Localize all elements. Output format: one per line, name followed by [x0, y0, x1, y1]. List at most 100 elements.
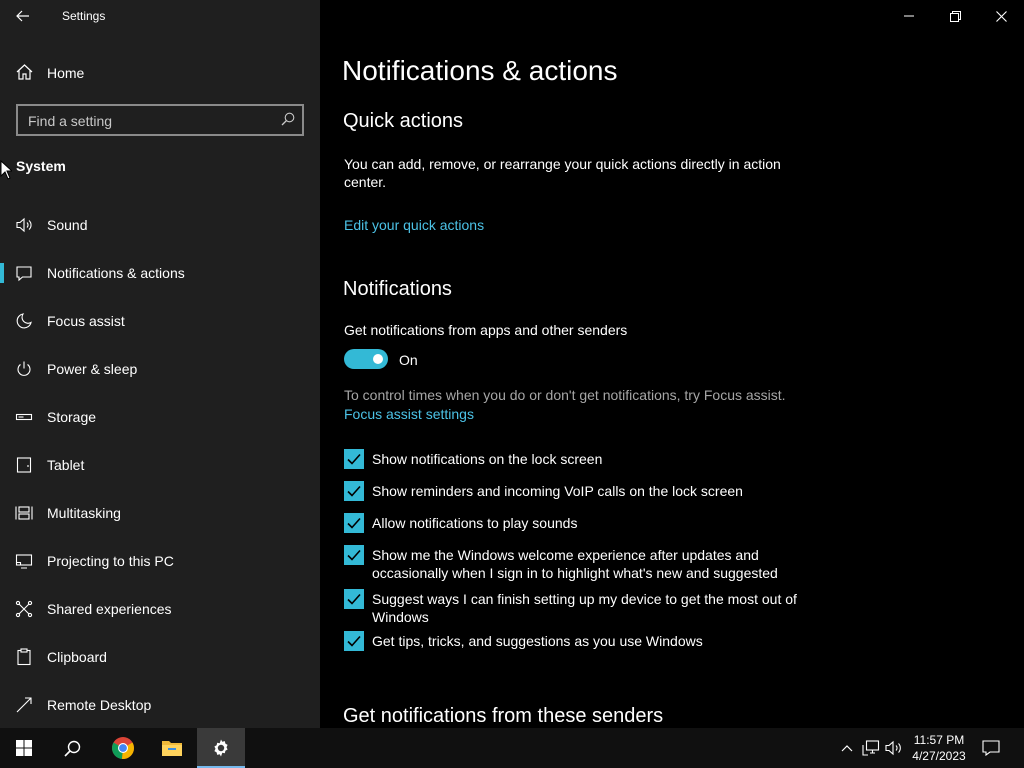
checkbox-reminders-voip[interactable] [344, 481, 364, 501]
search-icon[interactable] [281, 112, 295, 126]
checkmark-icon [347, 635, 361, 647]
sidebar-item-notifications-actions[interactable]: Notifications & actions [0, 253, 320, 293]
speech-bubble-icon [16, 266, 32, 282]
title-bar: Settings [0, 0, 320, 32]
navigation-pane: Settings Home System Sound Notifications… [0, 0, 320, 728]
taskbar: 11:57 PM 4/27/2023 [0, 728, 1024, 768]
taskbar-clock[interactable]: 11:57 PM 4/27/2023 [905, 732, 973, 764]
speaker-icon [16, 217, 32, 233]
file-explorer-icon [162, 741, 182, 756]
home-label: Home [47, 65, 85, 81]
checkbox-finish-setup[interactable] [344, 589, 364, 609]
chrome-taskbar-button[interactable] [99, 728, 147, 768]
quick-actions-heading: Quick actions [343, 110, 464, 132]
projecting-icon [15, 554, 33, 569]
page-title: Notifications & actions [342, 55, 618, 86]
notifications-heading: Notifications [343, 278, 452, 300]
section-title-system: System [16, 158, 66, 174]
sidebar-item-label: Multitasking [47, 505, 121, 521]
minimize-icon [904, 15, 914, 17]
clock-time: 11:57 PM [913, 733, 965, 747]
sidebar-item-label: Storage [47, 409, 97, 425]
shared-experiences-icon [15, 600, 33, 618]
show-hidden-icons-button[interactable] [838, 739, 856, 757]
back-arrow-icon [16, 10, 29, 22]
chrome-icon [111, 737, 135, 760]
restore-icon [949, 10, 961, 22]
focus-assist-settings-link[interactable]: Focus assist settings [344, 406, 474, 422]
network-icon [862, 740, 880, 756]
sidebar-item-projecting[interactable]: Projecting to this PC [0, 541, 320, 581]
volume-icon [885, 740, 901, 756]
search-input[interactable] [28, 112, 278, 130]
checkbox-tips-tricks[interactable] [344, 631, 364, 651]
checkmark-icon [347, 593, 361, 605]
windows-start-icon [16, 740, 32, 756]
sidebar-item-label: Shared experiences [47, 601, 172, 617]
volume-tray-button[interactable] [885, 739, 903, 757]
clipboard-icon [17, 648, 31, 666]
content-pane: Notifications & actions Quick actions Yo… [320, 0, 1024, 728]
notifications-toggle-label: Get notifications from apps and other se… [344, 322, 628, 338]
search-icon [63, 740, 80, 757]
settings-gear-icon [214, 739, 228, 757]
toggle-state-label: On [399, 352, 418, 368]
checkbox-label: Suggest ways I can finish setting up my … [372, 591, 797, 625]
sidebar-item-sound[interactable]: Sound [0, 205, 320, 245]
search-box[interactable] [16, 104, 304, 136]
sidebar-item-label: Notifications & actions [47, 265, 185, 281]
remote-desktop-icon [16, 697, 32, 713]
sidebar-item-label: Power & sleep [47, 361, 138, 377]
start-button[interactable] [0, 728, 48, 768]
checkmark-icon [347, 485, 361, 497]
quick-actions-description: You can add, remove, or rearrange your q… [344, 156, 781, 190]
checkbox-label: Allow notifications to play sounds [372, 515, 578, 531]
file-explorer-taskbar-button[interactable] [148, 728, 196, 768]
tablet-icon [16, 457, 32, 473]
network-tray-button[interactable] [862, 739, 880, 757]
sidebar-item-shared-experiences[interactable]: Shared experiences [0, 589, 320, 629]
checkbox-label: Show notifications on the lock screen [372, 451, 603, 467]
sidebar-item-storage[interactable]: Storage [0, 397, 320, 437]
checkbox-lock-screen-notifications[interactable] [344, 449, 364, 469]
sidebar-item-remote-desktop[interactable]: Remote Desktop [0, 685, 320, 725]
checkbox-label: Get tips, tricks, and suggestions as you… [372, 633, 703, 649]
home-nav-item[interactable]: Home [0, 55, 320, 91]
sidebar-item-label: Focus assist [47, 313, 125, 329]
restore-button[interactable] [932, 0, 978, 32]
close-icon [995, 10, 1007, 22]
checkbox-label: Show me the Windows welcome experience a… [372, 547, 778, 581]
sidebar-item-multitasking[interactable]: Multitasking [0, 493, 320, 533]
storage-drive-icon [15, 413, 33, 421]
senders-heading: Get notifications from these senders [343, 705, 664, 727]
sidebar-item-label: Remote Desktop [47, 697, 152, 713]
app-title: Settings [62, 9, 106, 23]
multitasking-icon [15, 506, 33, 520]
taskbar-search-button[interactable] [48, 728, 96, 768]
focus-assist-hint: To control times when you do or don't ge… [344, 387, 786, 403]
home-icon [16, 64, 33, 80]
sidebar-item-focus-assist[interactable]: Focus assist [0, 301, 320, 341]
checkbox-welcome-experience[interactable] [344, 545, 364, 565]
minimize-button[interactable] [886, 0, 932, 32]
sidebar-item-label: Sound [47, 217, 88, 233]
sidebar-item-clipboard[interactable]: Clipboard [0, 637, 320, 677]
sidebar-item-power-sleep[interactable]: Power & sleep [0, 349, 320, 389]
clock-date: 4/27/2023 [912, 749, 966, 763]
sidebar-item-label: Clipboard [47, 649, 107, 665]
action-center-icon [982, 740, 1000, 756]
checkbox-notification-sounds[interactable] [344, 513, 364, 533]
back-button[interactable] [0, 0, 46, 32]
close-button[interactable] [978, 0, 1024, 32]
sidebar-item-label: Projecting to this PC [47, 553, 174, 569]
settings-taskbar-button[interactable] [197, 728, 245, 768]
action-center-button[interactable] [982, 739, 1000, 757]
sidebar-item-label: Tablet [47, 457, 85, 473]
mouse-cursor-icon [0, 160, 12, 180]
edit-quick-actions-link[interactable]: Edit your quick actions [344, 217, 484, 233]
checkmark-icon [347, 549, 361, 561]
checkmark-icon [347, 453, 361, 465]
notifications-toggle-switch[interactable] [344, 349, 388, 369]
sidebar-item-tablet[interactable]: Tablet [0, 445, 320, 485]
chevron-up-icon [841, 745, 853, 752]
